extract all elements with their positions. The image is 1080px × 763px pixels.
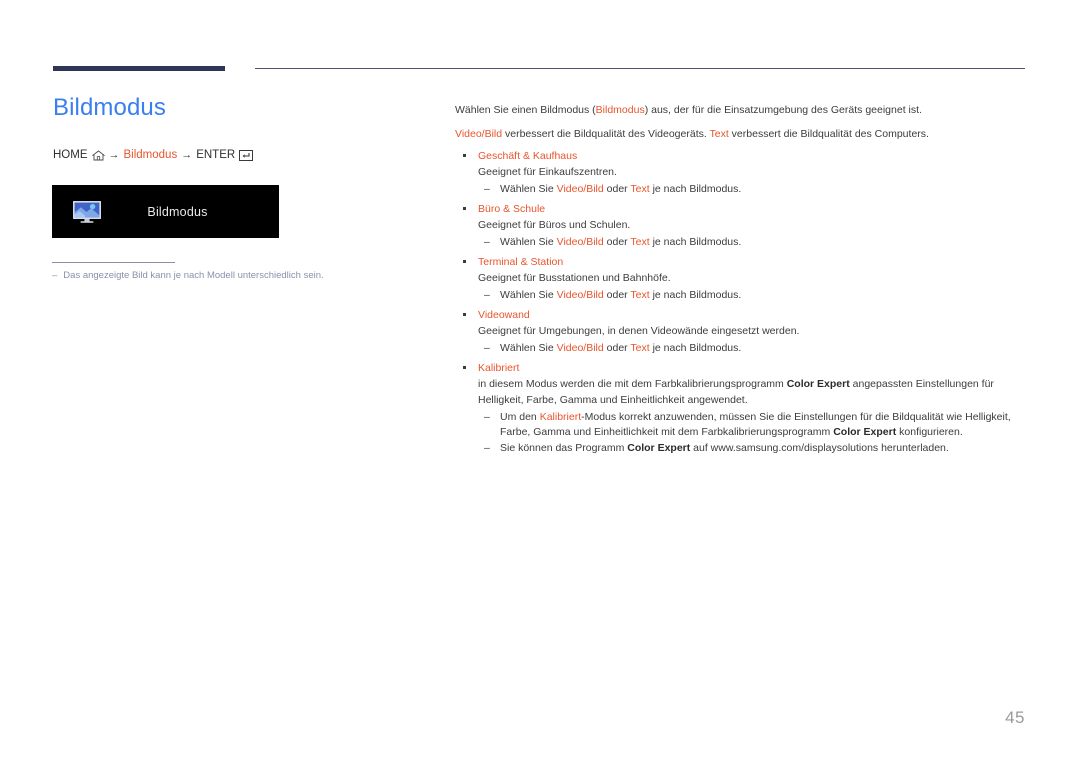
mode-name: Büro & Schule (455, 201, 1027, 217)
mode-sub-note: Wählen Sie Video/Bild oder Text je nach … (455, 182, 1027, 197)
mode-item-videowall: Videowand Geeignet für Umgebungen, in de… (455, 307, 1027, 356)
sub1-bold: Color Expert (833, 426, 897, 438)
sub-b: oder (603, 342, 631, 354)
sub1-accent: Kalibriert (539, 411, 582, 423)
intro-2-a: verbessert die Bildqualität des Videoger… (502, 128, 710, 140)
sub-c: je nach Bildmodus. (649, 289, 742, 301)
sub-accent-1: Video/Bild (556, 289, 604, 301)
sub-accent-1: Video/Bild (556, 342, 604, 354)
page-number: 45 (1005, 708, 1025, 727)
sub-c: je nach Bildmodus. (649, 342, 742, 354)
intro-line-2: Video/Bild verbessert die Bildqualität d… (455, 124, 1027, 144)
sub-accent-1: Video/Bild (556, 183, 604, 195)
mode-item-terminal: Terminal & Station Geeignet für Busstati… (455, 254, 1027, 303)
breadcrumb-menu-label: Bildmodus (123, 149, 178, 161)
breadcrumb: HOME → Bildmodus → ENTER (53, 147, 423, 163)
breadcrumb-home-label: HOME (53, 149, 88, 161)
preview-label: Bildmodus (147, 204, 208, 219)
sub2-a: Sie können das Programm (500, 442, 628, 454)
breadcrumb-arrow-2: → (181, 149, 193, 161)
header-rule-thin (255, 68, 1025, 69)
left-column: Bildmodus HOME → Bildmodus → ENTER (53, 93, 423, 163)
mode-item-calibrated: Kalibriert in diesem Modus werden die mi… (455, 360, 1027, 456)
sub-accent-2: Text (630, 289, 650, 301)
enter-key-icon (239, 149, 254, 161)
sub-accent-2: Text (630, 342, 650, 354)
intro-1-a: Wählen Sie einen Bildmodus ( (455, 104, 596, 116)
right-column: Wählen Sie einen Bildmodus (Bildmodus) a… (455, 100, 1027, 460)
mode-sub-note: Wählen Sie Video/Bild oder Text je nach … (455, 288, 1027, 303)
mode-name: Geschäft & Kaufhaus (455, 148, 1027, 164)
home-icon (91, 149, 105, 161)
document-page: Bildmodus HOME → Bildmodus → ENTER Bildm… (0, 0, 1080, 763)
header-rule-thick (53, 66, 225, 71)
sub-a: Wählen Sie (500, 342, 557, 354)
mode-sub-note: Wählen Sie Video/Bild oder Text je nach … (455, 341, 1027, 356)
intro-line-1: Wählen Sie einen Bildmodus (Bildmodus) a… (455, 100, 1027, 120)
mode-item-office: Büro & Schule Geeignet für Büros und Sch… (455, 201, 1027, 250)
sub-b: oder (603, 183, 631, 195)
sub-c: je nach Bildmodus. (649, 183, 742, 195)
intro-2-b: verbessert die Bildqualität des Computer… (728, 128, 929, 140)
mode-description: Geeignet für Busstationen und Bahnhöfe. (478, 272, 671, 284)
sub2-b: auf www.samsung.com/displaysolutions her… (690, 442, 949, 454)
note-text: Das angezeigte Bild kann je nach Modell … (63, 270, 324, 281)
mode-sub-note: Wählen Sie Video/Bild oder Text je nach … (455, 235, 1027, 250)
preview-box: Bildmodus (52, 185, 279, 238)
sub-a: Wählen Sie (500, 289, 557, 301)
calibrated-desc-bold: Color Expert (786, 378, 850, 390)
mode-list: Geschäft & Kaufhaus Geeignet für Einkauf… (455, 148, 1027, 456)
mode-sub-list: Wählen Sie Video/Bild oder Text je nach … (455, 235, 1027, 250)
calibrated-sub-note-1: Um den Kalibriert-Modus korrekt anzuwend… (455, 410, 1027, 440)
sub-b: oder (603, 289, 631, 301)
model-note: – Das angezeigte Bild kann je nach Model… (52, 269, 392, 283)
mode-sub-list: Wählen Sie Video/Bild oder Text je nach … (455, 182, 1027, 197)
sub1-a: Um den (500, 411, 540, 423)
intro-2-accent-2: Text (709, 128, 729, 140)
mode-sub-list: Um den Kalibriert-Modus korrekt anzuwend… (455, 410, 1027, 456)
sub-accent-2: Text (630, 236, 650, 248)
mode-name: Terminal & Station (455, 254, 1027, 270)
mode-sub-list: Wählen Sie Video/Bild oder Text je nach … (455, 288, 1027, 303)
intro-2-accent-1: Video/Bild (455, 128, 503, 140)
intro-1-b: ) aus, der für die Einsatzumgebung des G… (644, 104, 922, 116)
note-divider (52, 262, 175, 263)
sub1-c: konfigurieren. (896, 426, 963, 438)
mode-description: in diesem Modus werden die mit dem Farbk… (455, 376, 1027, 408)
mode-sub-list: Wählen Sie Video/Bild oder Text je nach … (455, 341, 1027, 356)
mode-description: Geeignet für Umgebungen, in denen Videow… (478, 325, 800, 337)
sub-accent-1: Video/Bild (556, 236, 604, 248)
sub2-bold: Color Expert (627, 442, 691, 454)
calibrated-desc-a: in diesem Modus werden die mit dem Farbk… (478, 378, 787, 390)
monitor-picture-icon (72, 200, 102, 224)
breadcrumb-enter-label: ENTER (196, 149, 236, 161)
intro-1-accent: Bildmodus (595, 104, 645, 116)
sub-c: je nach Bildmodus. (649, 236, 742, 248)
mode-name: Videowand (455, 307, 1027, 323)
sub-accent-2: Text (630, 183, 650, 195)
breadcrumb-arrow-1: → (108, 149, 120, 161)
mode-item-retail: Geschäft & Kaufhaus Geeignet für Einkauf… (455, 148, 1027, 197)
mode-name: Kalibriert (455, 360, 1027, 376)
sub-a: Wählen Sie (500, 236, 557, 248)
mode-description: Geeignet für Büros und Schulen. (478, 219, 631, 231)
calibrated-sub-note-2: Sie können das Programm Color Expert auf… (455, 441, 1027, 456)
sub-b: oder (603, 236, 631, 248)
note-dash: – (52, 270, 58, 281)
sub-a: Wählen Sie (500, 183, 557, 195)
mode-description: Geeignet für Einkaufszentren. (478, 166, 617, 178)
page-title: Bildmodus (53, 94, 166, 121)
